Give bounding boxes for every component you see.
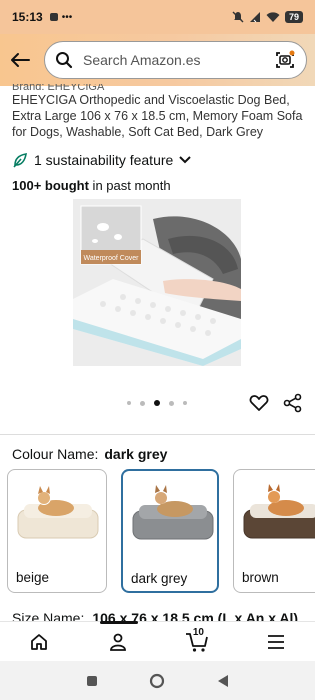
bought-count-rest: in past month [88,178,171,193]
home-circle-icon[interactable] [149,673,165,689]
back-button[interactable] [8,48,32,72]
product-illustration: Waterproof Cover [73,199,241,366]
search-icon [56,52,73,69]
colour-name-label: Colour Name: [12,446,99,462]
heart-icon[interactable] [249,393,269,413]
app-header [0,34,315,86]
battery-indicator: 79 [284,11,303,23]
system-nav-bar [0,661,315,700]
sync-icon [49,13,58,21]
carousel-dot-active[interactable] [154,400,160,406]
brand-line[interactable]: Brand: EHEYCIGA [12,84,307,90]
status-bar: 15:13 ••• 79 [0,0,315,34]
colour-name-row: Colour Name: dark grey [12,446,167,462]
sustainability-label: 1 sustainability feature [34,152,174,168]
user-icon [110,633,127,651]
sustainability-toggle[interactable]: 1 sustainability feature [12,152,307,168]
carousel-dot[interactable] [127,401,131,405]
section-divider [0,434,315,435]
swatch-brown[interactable]: brown [233,469,315,593]
product-info: Brand: EHEYCIGA EHEYCIGA Orthopedic and … [12,84,307,193]
chevron-down-icon [179,156,192,164]
swatch-dark-grey[interactable]: dark grey [121,469,219,593]
wifi-icon [266,12,280,22]
nav-menu[interactable] [263,629,289,655]
bottom-nav: 10 [0,621,315,661]
carousel-dot[interactable] [183,401,187,405]
product-image[interactable]: Waterproof Cover [73,199,241,366]
carousel-dot[interactable] [140,400,145,406]
bed-dark-grey-image [132,485,214,540]
camera-search-icon[interactable] [274,49,296,71]
cart-count: 10 [192,626,204,638]
mute-icon [232,11,244,23]
search-bar[interactable] [44,41,307,79]
status-time: 15:13 [12,10,43,24]
search-input[interactable] [83,52,268,68]
carousel-dots [127,400,187,406]
swatch-label: beige [16,570,50,585]
home-icon [31,633,48,650]
colour-name-value: dark grey [104,446,168,462]
colour-swatches: beige dark grey brown [7,469,315,595]
image-badge-text: Waterproof Cover [84,255,140,262]
hamburger-menu-icon [267,634,284,649]
bed-brown-image [243,484,315,539]
nav-home[interactable] [26,629,52,655]
swatch-label: brown [242,570,279,585]
bought-count: 100+ bought in past month [12,178,307,193]
status-right-icons: 79 [232,11,303,23]
recents-icon[interactable] [86,675,98,687]
share-icon[interactable] [283,393,303,413]
bought-count-bold: 100+ bought [12,178,89,193]
bed-beige-image [17,486,99,539]
active-tab-indicator [100,621,138,624]
status-notification-icons: ••• [49,11,73,23]
leaf-icon [13,153,27,168]
more-notifications-icon: ••• [61,11,73,23]
swatch-beige[interactable]: beige [7,469,107,593]
nav-account[interactable] [105,629,131,655]
product-title: EHEYCIGA Orthopedic and Viscoelastic Dog… [12,93,303,139]
swatch-label: dark grey [131,571,188,586]
arrow-left-icon [11,53,30,67]
nav-cart[interactable]: 10 [184,626,210,655]
signal-icon [249,12,260,23]
back-triangle-icon[interactable] [217,674,229,688]
carousel-dot[interactable] [169,400,174,406]
